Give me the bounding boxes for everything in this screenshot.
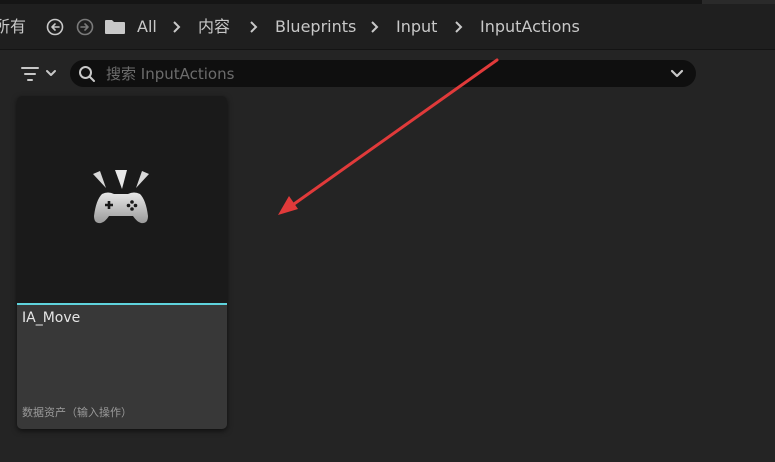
asset-info-panel[interactable]: IA_Move 数据资产（输入操作） (17, 305, 227, 429)
chevron-right-icon (455, 21, 463, 33)
breadcrumb-item-blueprints[interactable]: Blueprints (275, 4, 356, 49)
search-bar[interactable] (70, 60, 696, 87)
forward-icon[interactable] (76, 18, 94, 36)
back-icon[interactable] (46, 18, 64, 36)
chevron-right-icon (173, 21, 181, 33)
breadcrumb-item-content[interactable]: 内容 (198, 4, 230, 49)
chevron-right-icon (371, 21, 379, 33)
chevron-down-icon[interactable] (670, 68, 684, 80)
search-icon (79, 66, 95, 82)
chevron-right-icon (250, 21, 258, 33)
breadcrumb-item-inputactions[interactable]: InputActions (480, 4, 580, 49)
folder-icon[interactable] (104, 19, 126, 35)
asset-name: IA_Move (22, 310, 81, 326)
search-input[interactable] (106, 60, 646, 87)
breadcrumb-item-input[interactable]: Input (396, 4, 437, 49)
filter-icon[interactable] (18, 63, 62, 85)
breadcrumb-all-fragment[interactable]: 所有 (0, 4, 26, 49)
asset-type-label: 数据资产（输入操作） (22, 406, 132, 419)
gamepad-icon (93, 170, 149, 224)
asset-thumbnail[interactable] (17, 96, 227, 303)
breadcrumb-item-all[interactable]: All (137, 4, 157, 49)
breadcrumb: 所有 All 内容 Blueprints Input InputActions (0, 4, 775, 50)
asset-tile[interactable]: IA_Move 数据资产（输入操作） (17, 96, 227, 429)
